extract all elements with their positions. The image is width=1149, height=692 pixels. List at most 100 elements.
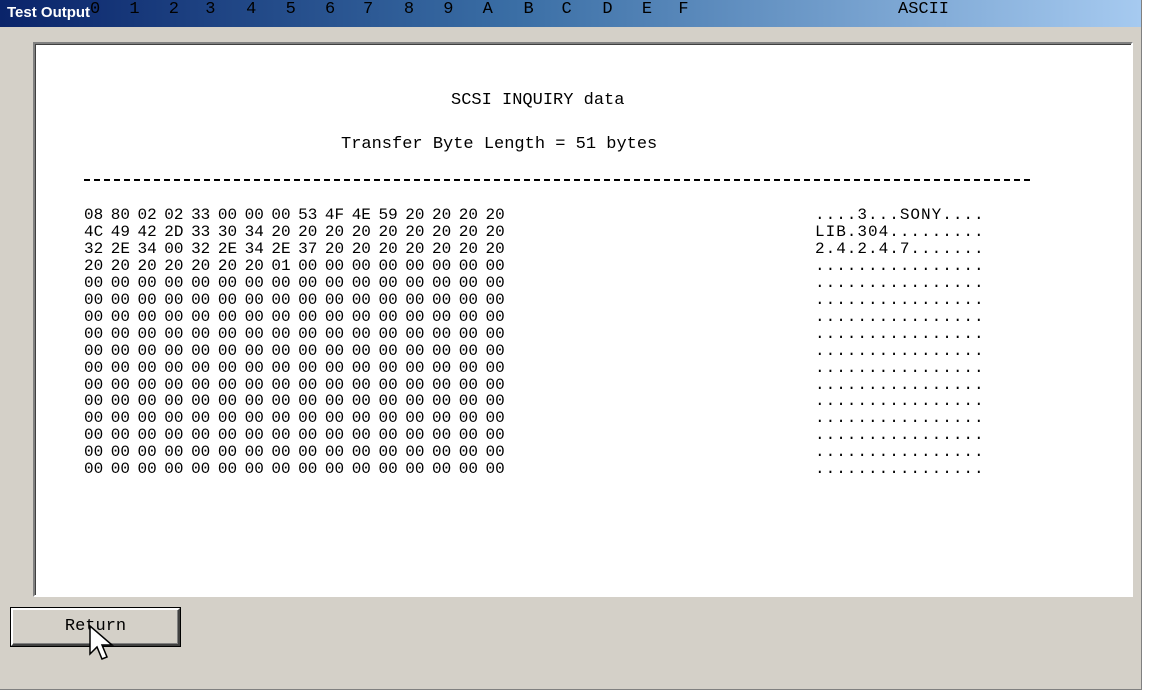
hex-byte: 80 bbox=[110, 206, 130, 224]
hex-byte: 00 bbox=[137, 273, 157, 292]
hex-byte: 00 bbox=[164, 426, 184, 445]
hex-byte: 00 bbox=[298, 375, 318, 394]
hex-byte: 00 bbox=[110, 324, 130, 343]
hex-byte: 00 bbox=[137, 392, 157, 411]
hex-byte: 00 bbox=[378, 341, 398, 360]
hex-byte: 00 bbox=[432, 409, 452, 428]
hex-byte: 00 bbox=[378, 256, 398, 275]
hex-byte: 2E bbox=[110, 239, 130, 258]
hex-byte: 00 bbox=[324, 341, 345, 360]
hex-byte: 00 bbox=[432, 256, 452, 275]
hex-byte: 00 bbox=[191, 324, 211, 343]
hex-byte: 00 bbox=[164, 409, 184, 428]
column-header: 3 bbox=[205, 0, 216, 19]
hex-byte: 00 bbox=[191, 409, 211, 428]
hex-byte: 00 bbox=[351, 307, 371, 326]
hex-byte: 00 bbox=[271, 375, 291, 394]
hex-byte: 00 bbox=[378, 460, 398, 479]
hex-byte: 00 bbox=[298, 307, 318, 326]
hex-byte: 00 bbox=[458, 426, 478, 445]
hex-byte: 20 bbox=[271, 222, 291, 241]
ascii-value: ................ bbox=[815, 426, 985, 445]
hex-byte: 00 bbox=[110, 358, 130, 377]
hex-byte: 00 bbox=[405, 256, 425, 275]
hex-byte: 20 bbox=[458, 222, 478, 241]
hex-row: 00 00 00 00 00 00 00 00 00 00 00 00 00 00 00 00........… bbox=[0, 427, 1149, 444]
column-header: 0 bbox=[89, 0, 101, 19]
hex-byte: 00 bbox=[244, 375, 264, 394]
hex-byte: 00 bbox=[110, 443, 130, 462]
hex-byte: 02 bbox=[137, 206, 157, 224]
hex-byte: 00 bbox=[405, 443, 425, 462]
hex-byte: 00 bbox=[405, 375, 425, 394]
hex-byte: 00 bbox=[324, 290, 345, 309]
hex-byte: 00 bbox=[324, 392, 345, 411]
hex-row: 00 00 00 00 00 00 00 00 00 00 00 00 00 00 00 00........… bbox=[0, 393, 1149, 410]
hex-byte: 00 bbox=[351, 358, 371, 377]
hex-byte: 00 bbox=[351, 341, 371, 360]
hex-byte: 20 bbox=[432, 239, 452, 258]
hex-byte: 00 bbox=[458, 358, 478, 377]
hex-byte: 00 bbox=[351, 324, 371, 343]
hex-byte: 00 bbox=[164, 358, 184, 377]
hex-byte: 00 bbox=[298, 256, 318, 275]
ascii-value: ................ bbox=[815, 375, 985, 394]
hex-byte: 34 bbox=[137, 239, 157, 258]
hex-byte: 4F bbox=[324, 206, 345, 224]
hex-byte: 00 bbox=[164, 341, 184, 360]
hex-row: 4C 49 42 2D 33 30 34 20 20 20 20 20 20 20 20 20 LIB.304.… bbox=[0, 222, 1149, 241]
hex-byte: 00 bbox=[351, 392, 371, 411]
hex-byte: 00 bbox=[324, 409, 345, 428]
hex-byte: 00 bbox=[351, 375, 371, 394]
hex-byte: 00 bbox=[164, 375, 184, 394]
hex-byte: 20 bbox=[432, 222, 452, 241]
hex-byte: 00 bbox=[217, 426, 238, 445]
ascii-value: ................ bbox=[815, 324, 985, 343]
hex-byte: 00 bbox=[351, 256, 371, 275]
hex-byte: 00 bbox=[324, 273, 345, 292]
ascii-value: ................ bbox=[815, 443, 985, 462]
hex-byte: 00 bbox=[458, 290, 478, 309]
hex-byte: 00 bbox=[458, 460, 478, 479]
ascii-value: ................ bbox=[815, 273, 985, 292]
hex-byte: 00 bbox=[137, 443, 157, 462]
hex-byte: 00 bbox=[164, 290, 184, 309]
hex-byte: 00 bbox=[298, 392, 318, 411]
hex-byte: 00 bbox=[351, 426, 371, 445]
hex-byte: 20 bbox=[84, 256, 104, 275]
hex-byte: 00 bbox=[110, 409, 130, 428]
hex-byte: 00 bbox=[324, 375, 345, 394]
hex-byte: 30 bbox=[217, 222, 238, 241]
hex-byte: 00 bbox=[485, 392, 505, 411]
hex-byte: 00 bbox=[405, 392, 425, 411]
hex-byte: 33 bbox=[191, 206, 211, 224]
hex-byte: 00 bbox=[485, 358, 505, 377]
hex-byte: 20 bbox=[432, 206, 452, 224]
hex-byte: 20 bbox=[458, 239, 478, 258]
hex-byte: 00 bbox=[244, 358, 264, 377]
hex-byte: 00 bbox=[405, 409, 425, 428]
hex-byte: 4C bbox=[84, 222, 104, 241]
hex-byte: 00 bbox=[324, 460, 345, 479]
hex-byte: 00 bbox=[217, 443, 238, 462]
hex-byte: 00 bbox=[191, 307, 211, 326]
hex-byte: 00 bbox=[164, 324, 184, 343]
hex-byte: 00 bbox=[244, 443, 264, 462]
ascii-value: ................ bbox=[815, 290, 985, 309]
hex-byte: 00 bbox=[458, 409, 478, 428]
hex-byte: 00 bbox=[298, 324, 318, 343]
hex-byte: 00 bbox=[485, 460, 505, 479]
hex-byte: 00 bbox=[164, 239, 184, 258]
hex-byte: 00 bbox=[84, 426, 104, 445]
hex-byte: 4E bbox=[351, 206, 371, 224]
hex-byte: 00 bbox=[351, 443, 371, 462]
hex-byte: 00 bbox=[217, 273, 238, 292]
hex-byte: 01 bbox=[271, 256, 291, 275]
hex-row: 00 00 00 00 00 00 00 00 00 00 00 00 00 00 00 00........… bbox=[0, 444, 1149, 461]
hex-byte: 00 bbox=[458, 256, 478, 275]
hex-byte: 00 bbox=[324, 426, 345, 445]
hex-byte: 00 bbox=[405, 324, 425, 343]
hex-byte: 00 bbox=[164, 273, 184, 292]
hex-byte: 00 bbox=[378, 392, 398, 411]
hex-byte: 20 bbox=[378, 222, 398, 241]
